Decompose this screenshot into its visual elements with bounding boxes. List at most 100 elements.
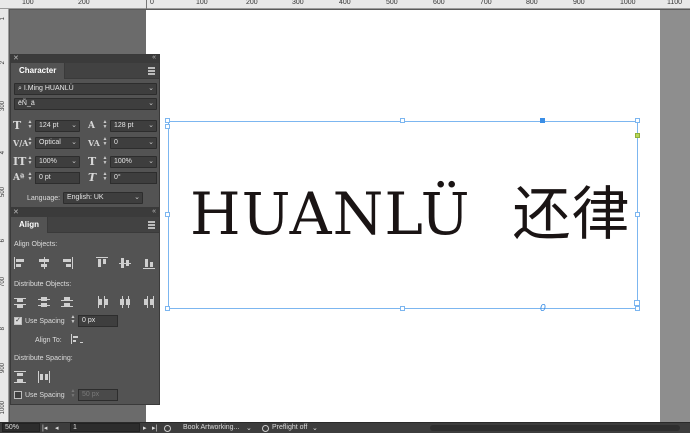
skew-field[interactable]: 0° — [110, 172, 157, 184]
frame-handle-right[interactable] — [635, 212, 640, 217]
align-to-label: Align To: — [35, 337, 62, 344]
language-select[interactable]: English: UK ⌄ — [63, 192, 143, 204]
collapse-panel-icon[interactable]: « — [152, 54, 156, 61]
next-page-icon[interactable]: ▸ — [143, 424, 147, 432]
align-horizontal-center-icon[interactable] — [38, 257, 50, 269]
leading-stepper[interactable]: ▲ ▼ — [101, 120, 109, 132]
frame-handle-tr[interactable] — [635, 118, 640, 123]
ruler-number: 200 — [246, 0, 258, 6]
leading-value: 128 pt — [114, 122, 134, 129]
spacing-distribute-field[interactable]: 50 px — [78, 389, 118, 401]
vertical-scale-field[interactable]: 100% ⌄ — [35, 156, 80, 168]
align-to-selection-icon[interactable] — [71, 334, 83, 346]
frame-handle-bl[interactable] — [165, 306, 170, 311]
leading-field[interactable]: 128 pt ⌄ — [110, 120, 157, 132]
vertical-ruler[interactable]: 1 2 300 4 500 6 700 8 900 1000 — [0, 9, 9, 423]
baseline-shift-stepper[interactable]: ▲ ▼ — [26, 172, 34, 184]
distribute-left-icon[interactable] — [96, 296, 108, 308]
font-family-select[interactable]: ⌕ I.Ming HUANLÜ ⌄ — [14, 83, 157, 95]
tab-character[interactable]: Character — [11, 63, 66, 79]
spacing-stepper[interactable]: ▲ ▼ — [69, 315, 77, 327]
chevron-down-icon: ⌄ — [71, 158, 77, 165]
frame-handle-green[interactable] — [635, 133, 640, 138]
last-page-icon[interactable]: ▸| — [152, 424, 157, 432]
align-left-icon[interactable] — [14, 257, 26, 269]
zoom-select[interactable]: 50% — [2, 423, 40, 432]
vertical-scale-stepper[interactable]: ▲ ▼ — [26, 156, 34, 168]
skew-stepper[interactable]: ▲ ▼ — [101, 172, 109, 184]
tracking-value: 0 — [114, 139, 118, 146]
horizontal-scale-field[interactable]: 100% ⌄ — [110, 156, 157, 168]
ruler-number: 8 — [0, 327, 6, 331]
search-icon: ⌕ — [18, 85, 22, 92]
distribute-vertical-space-icon[interactable] — [14, 371, 26, 383]
distribute-bottom-icon[interactable] — [61, 296, 73, 308]
kerning-stepper[interactable]: ▲ ▼ — [26, 137, 34, 149]
panel-menu-icon[interactable] — [148, 67, 155, 75]
collapse-panel-icon[interactable]: « — [152, 208, 156, 215]
ruler-number: 1100 — [667, 0, 683, 6]
panel-tab-row: Align — [11, 217, 159, 233]
frame-handle-top[interactable] — [400, 118, 405, 123]
spacing-distribute-stepper[interactable]: ▲ ▼ — [69, 389, 77, 401]
tracking-field[interactable]: 0 ⌄ — [110, 137, 157, 149]
document-name[interactable]: Book Artworking... — [183, 424, 239, 431]
frame-handle-br[interactable] — [635, 306, 640, 311]
align-right-icon[interactable] — [61, 257, 73, 269]
horizontal-scale-icon: T — [88, 155, 97, 168]
artwork-text[interactable]: HUANLÜ 还律 — [190, 185, 631, 243]
distribute-horizontal-space-icon[interactable] — [38, 371, 50, 383]
ruler-number: 100 — [196, 0, 208, 6]
kerning-field[interactable]: Optical ⌄ — [35, 137, 80, 149]
ruler-origin-tick — [146, 0, 147, 9]
horizontal-scale-stepper[interactable]: ▲ ▼ — [101, 156, 109, 168]
page-number-field[interactable]: 1 — [70, 423, 140, 432]
distribute-vertical-center-icon[interactable] — [38, 296, 50, 308]
frame-handle-tl[interactable] — [165, 118, 170, 123]
tab-align[interactable]: Align — [11, 217, 48, 233]
close-panel-icon[interactable]: ✕ — [13, 208, 19, 216]
first-page-icon[interactable]: |◂ — [42, 424, 47, 432]
anchor-marker-icon[interactable]: 0 — [540, 303, 546, 314]
ruler-number: 700 — [480, 0, 492, 6]
frame-handle-bottom[interactable] — [400, 306, 405, 311]
font-size-field[interactable]: 124 pt ⌄ — [35, 120, 80, 132]
align-top-icon[interactable] — [96, 257, 108, 269]
cjk-text: 还律 — [512, 180, 631, 248]
use-spacing-checkbox[interactable]: ✓ — [14, 317, 22, 325]
distribute-spacing-label: Distribute Spacing: — [14, 355, 73, 362]
align-vertical-center-icon[interactable] — [119, 257, 131, 269]
use-spacing-label: Use Spacing — [25, 318, 65, 325]
use-spacing-distribute-checkbox[interactable] — [14, 391, 22, 399]
previous-page-icon[interactable]: ◂ — [55, 424, 59, 432]
font-family-value: I.Ming HUANLÜ — [23, 85, 74, 92]
frame-handle-left[interactable] — [165, 212, 170, 217]
document-status-icon[interactable] — [164, 425, 171, 432]
font-size-stepper[interactable]: ▲ ▼ — [26, 120, 34, 132]
distribute-horizontal-center-icon[interactable] — [119, 296, 131, 308]
tracking-stepper[interactable]: ▲ ▼ — [101, 137, 109, 149]
kerning-value: Optical — [39, 139, 61, 146]
font-style-select[interactable]: ëÑ_ä ⌄ — [14, 98, 157, 110]
ruler-number: 1000 — [620, 0, 636, 6]
skew-icon: T — [88, 171, 97, 184]
align-bottom-icon[interactable] — [143, 257, 155, 269]
horizontal-ruler[interactable]: 100 200 0 100 200 300 400 500 600 700 80… — [0, 0, 690, 9]
chevron-down-icon: ⌄ — [148, 85, 154, 92]
horizontal-scrollbar[interactable] — [430, 425, 680, 431]
preflight-status[interactable]: Preflight off — [272, 424, 307, 431]
chevron-down-icon: ⌄ — [148, 139, 154, 146]
panel-menu-icon[interactable] — [148, 221, 155, 229]
distribute-right-icon[interactable] — [143, 296, 155, 308]
baseline-shift-field[interactable]: 0 pt — [35, 172, 80, 184]
ruler-number: 300 — [0, 101, 6, 112]
chevron-down-icon[interactable]: ⌄ — [312, 424, 318, 432]
text-frame-outport[interactable] — [634, 300, 640, 306]
vertical-scale-value: 100% — [39, 158, 57, 165]
chevron-down-icon[interactable]: ⌄ — [246, 424, 252, 432]
spacing-field[interactable]: 0 px — [78, 315, 118, 327]
frame-handle-selected[interactable] — [540, 118, 545, 123]
close-panel-icon[interactable]: ✕ — [13, 54, 19, 62]
text-frame-inport[interactable] — [165, 124, 170, 129]
distribute-top-icon[interactable] — [14, 296, 26, 308]
